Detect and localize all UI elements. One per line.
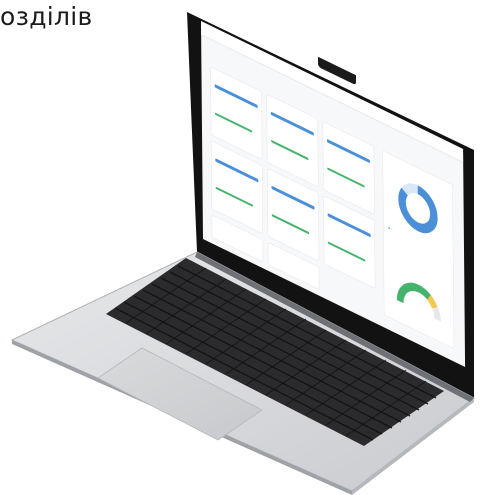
progress-bar	[327, 213, 371, 238]
card-title	[327, 128, 370, 149]
card-title	[215, 73, 258, 94]
gauge-chart	[396, 282, 441, 322]
top-right-menu[interactable]: ⋯	[454, 148, 458, 155]
progress-bar	[327, 241, 366, 262]
progress-bar	[215, 186, 254, 207]
legend: ■ ■	[388, 225, 393, 232]
donut-chart	[398, 183, 438, 234]
stats-panel: ■ ■	[382, 151, 454, 349]
card-title	[271, 101, 314, 122]
progress-bar	[214, 112, 253, 133]
progress-bar	[326, 138, 371, 164]
progress-bar	[271, 139, 309, 161]
progress-bar	[327, 167, 365, 188]
progress-bar	[214, 84, 258, 109]
progress-bar	[271, 213, 310, 235]
progress-bar	[271, 185, 315, 210]
progress-bar	[215, 158, 259, 183]
progress-bar	[270, 111, 314, 136]
